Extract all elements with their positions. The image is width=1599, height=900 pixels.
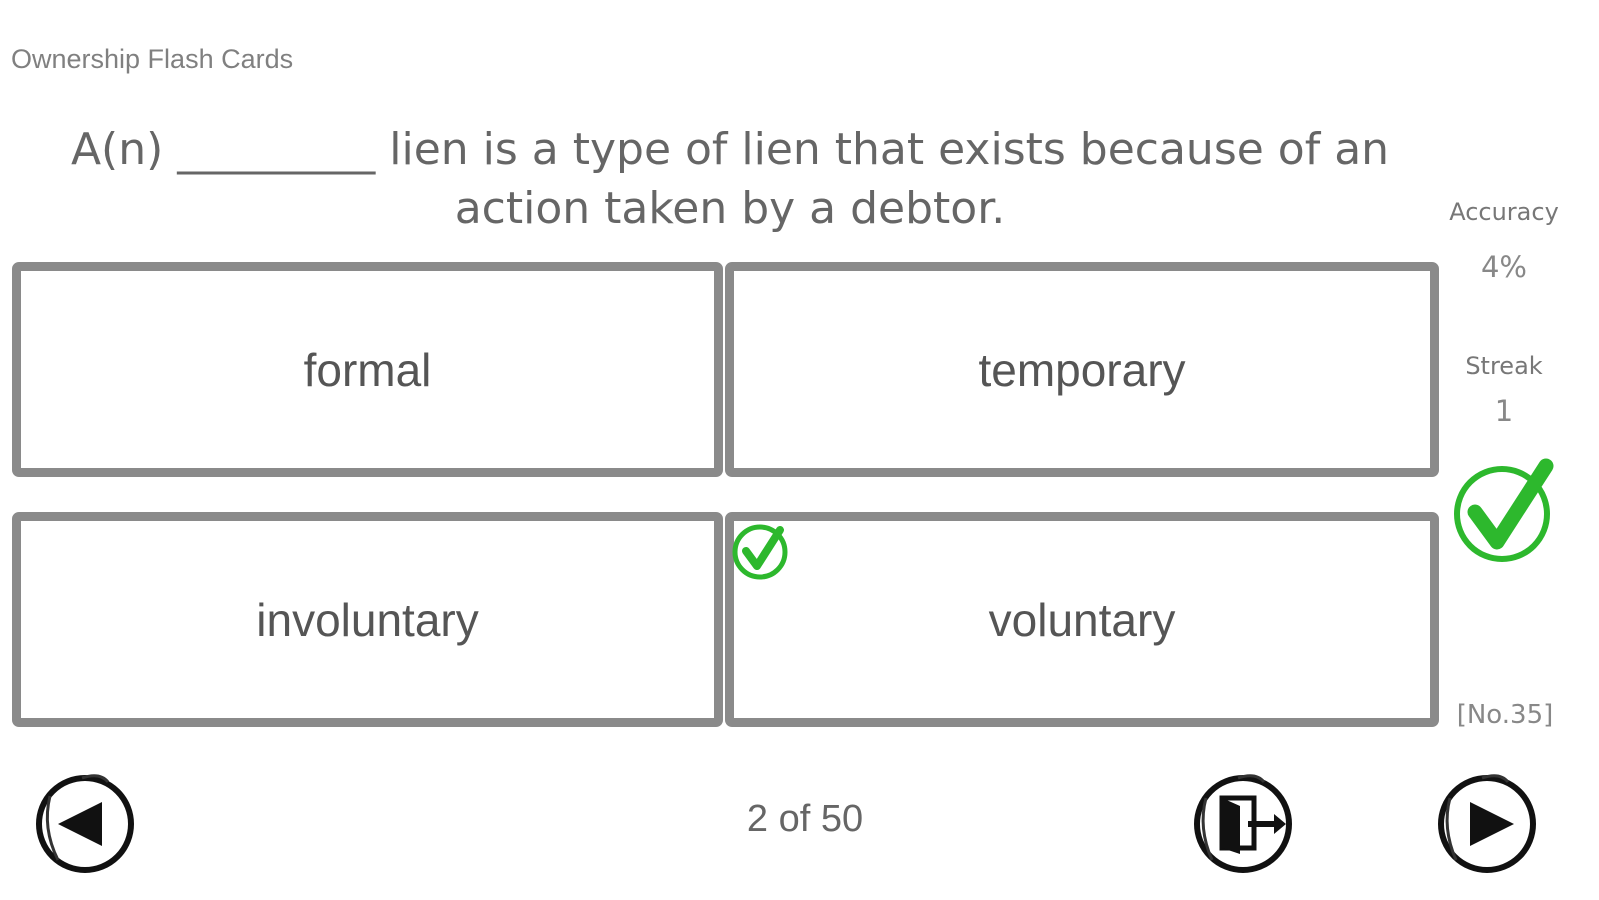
play-left-icon (36, 774, 134, 873)
answer-label: formal (303, 343, 432, 396)
accuracy-label: Accuracy (1449, 198, 1559, 226)
question-text: A(n) _________ lien is a type of lien th… (70, 124, 1390, 234)
accuracy-value: 4% (1480, 250, 1527, 284)
next-button[interactable] (1432, 768, 1542, 878)
answer-label: involuntary (256, 593, 479, 646)
correct-check-icon (732, 524, 788, 580)
answer-option-voluntary[interactable]: voluntary (725, 512, 1439, 727)
answer-option-temporary[interactable]: temporary (725, 262, 1439, 477)
answer-label: temporary (978, 343, 1186, 396)
progress-counter: 2 of 50 (746, 798, 864, 840)
previous-button[interactable] (30, 768, 140, 878)
exit-door-icon (1194, 774, 1292, 873)
streak-label: Streak (1465, 352, 1543, 380)
answer-label: voluntary (988, 593, 1176, 646)
card-number: [No.35] (1456, 700, 1554, 730)
answer-correct-icon (1454, 458, 1554, 562)
app-title: Ownership Flash Cards (11, 44, 294, 74)
answer-option-involuntary[interactable]: involuntary (12, 512, 723, 727)
play-right-icon (1438, 774, 1536, 873)
answer-option-formal[interactable]: formal (12, 262, 723, 477)
streak-value: 1 (1494, 394, 1514, 428)
exit-button[interactable] (1188, 768, 1298, 878)
